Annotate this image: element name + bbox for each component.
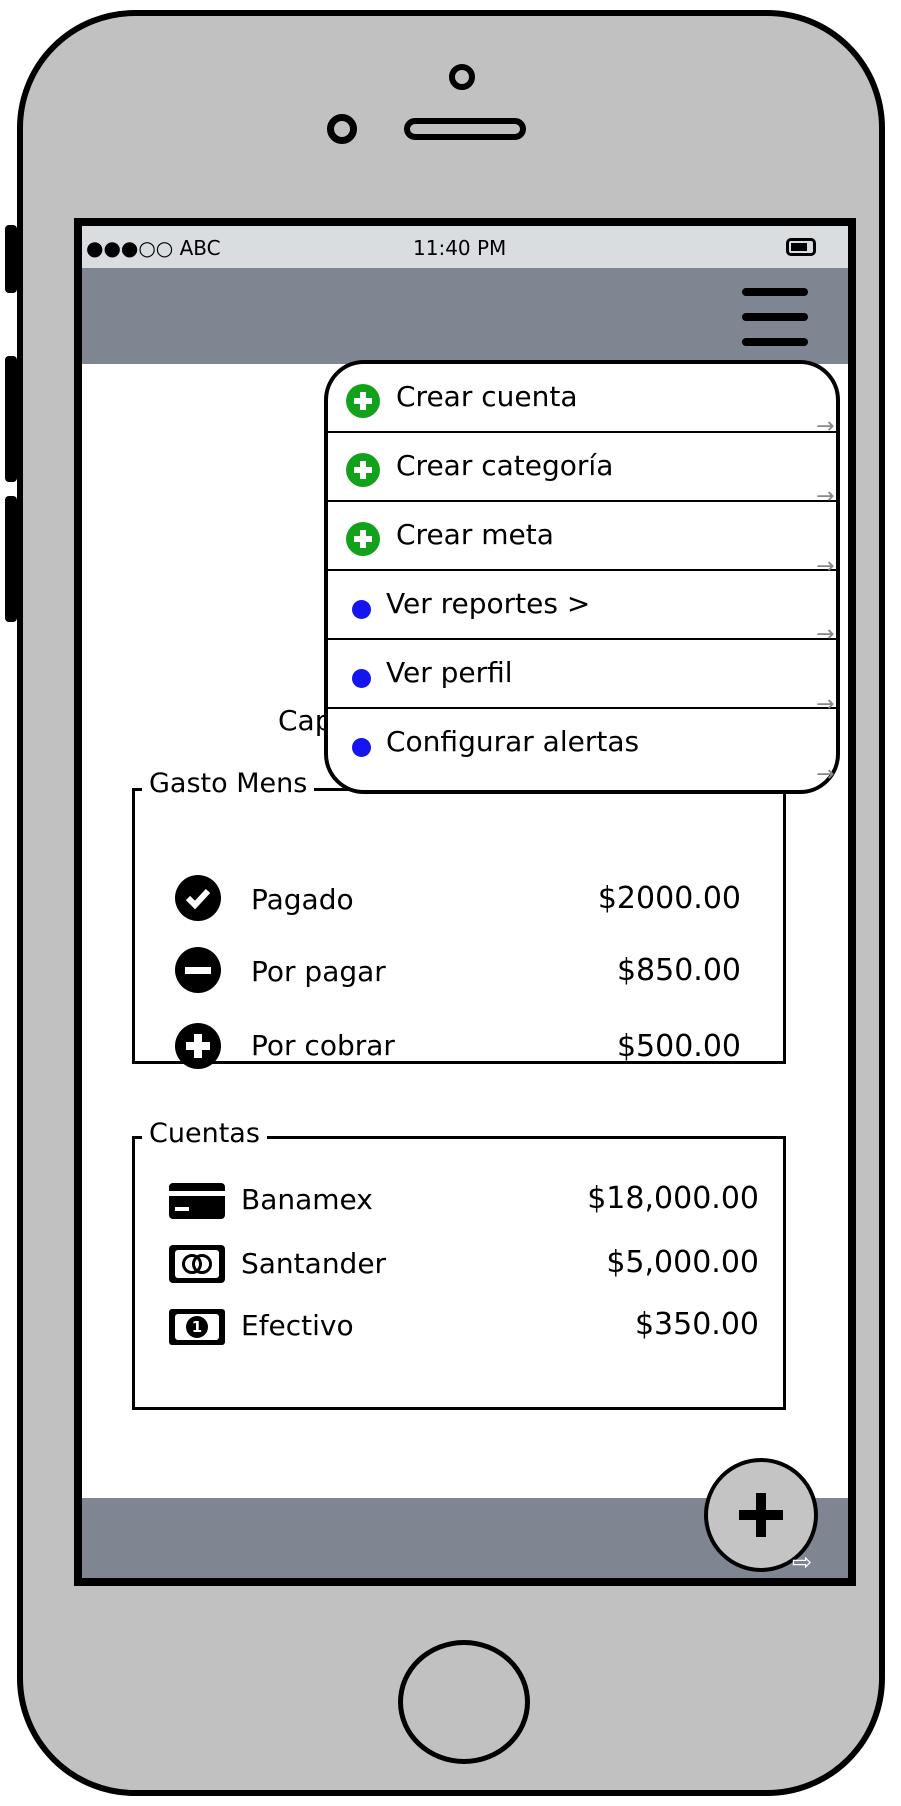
- banamex-value: $18,000.00: [587, 1181, 759, 1216]
- app-bar: [82, 268, 848, 364]
- link-arrow-icon: →: [816, 692, 835, 717]
- minus-circle-icon: [175, 947, 221, 993]
- carrier-label: ●●●○○ ABC: [86, 236, 221, 260]
- credit-card-icon: [169, 1183, 225, 1219]
- gasto-mensual-panel: Pagado $2000.00 Por pagar $850.00 Por co…: [132, 788, 786, 1069]
- status-time: 11:40 PM: [413, 236, 507, 260]
- por-cobrar-value: $500.00: [616, 1029, 741, 1064]
- earpiece-speaker: [404, 118, 526, 140]
- menu-item-label: Crear categoría: [396, 449, 614, 482]
- plus-circle-green-icon: [346, 384, 380, 418]
- plus-icon: [739, 1493, 783, 1537]
- menu-item-label: Ver perfil: [386, 656, 513, 689]
- por-pagar-value: $850.00: [616, 953, 741, 988]
- proximity-sensor: [327, 114, 357, 144]
- check-circle-icon: [175, 875, 221, 921]
- menu-item-crear-categoria[interactable]: Crear categoría: [328, 433, 836, 502]
- volume-down-button: [5, 496, 17, 622]
- menu-item-label: Configurar alertas: [386, 725, 640, 758]
- menu-item-label: Crear meta: [396, 518, 554, 551]
- blue-dot-icon: [352, 738, 371, 757]
- dropdown-menu: Crear cuenta Crear categoría Crear meta …: [324, 360, 840, 794]
- blue-dot-icon: [352, 600, 371, 619]
- plus-circle-green-icon: [346, 522, 380, 556]
- link-arrow-icon: →: [816, 622, 835, 647]
- link-arrow-icon: →: [816, 554, 835, 579]
- row-pagado: [175, 875, 221, 921]
- row-por-pagar: [175, 947, 221, 993]
- menu-item-label: Ver reportes >: [386, 587, 591, 620]
- volume-up-button: [5, 356, 17, 482]
- mute-switch: [5, 225, 17, 293]
- front-camera: [449, 64, 475, 90]
- home-button[interactable]: [398, 1640, 530, 1764]
- efectivo-value: $350.00: [634, 1307, 759, 1342]
- cuentas-panel: Banamex $18,000.00 Santander $5,000.00 1…: [132, 1136, 786, 1410]
- santander-value: $5,000.00: [606, 1245, 759, 1280]
- banamex-label: Banamex: [241, 1183, 373, 1216]
- plus-circle-green-icon: [346, 453, 380, 487]
- battery-icon: [786, 238, 816, 256]
- menu-item-ver-reportes[interactable]: Ver reportes >: [328, 571, 836, 640]
- cash-icon: 1: [169, 1309, 225, 1345]
- link-arrow-icon: →: [816, 762, 835, 787]
- menu-item-label: Crear cuenta: [396, 380, 578, 413]
- por-pagar-label: Por pagar: [251, 955, 386, 988]
- pagado-label: Pagado: [251, 883, 354, 916]
- gasto-mensual-title: Gasto Mens: [142, 768, 315, 799]
- cuentas-title: Cuentas: [142, 1118, 267, 1149]
- efectivo-label: Efectivo: [241, 1309, 354, 1342]
- menu-item-crear-meta[interactable]: Crear meta: [328, 502, 836, 571]
- pagado-value: $2000.00: [597, 881, 741, 916]
- menu-item-ver-perfil[interactable]: Ver perfil: [328, 640, 836, 709]
- santander-label: Santander: [241, 1247, 387, 1280]
- link-arrow-icon: →: [816, 484, 835, 509]
- mastercard-icon: [169, 1245, 225, 1283]
- hamburger-menu-icon[interactable]: [742, 288, 808, 346]
- plus-circle-icon: [175, 1023, 221, 1069]
- menu-item-configurar-alertas[interactable]: Configurar alertas: [328, 709, 836, 778]
- blue-dot-icon: [352, 669, 371, 688]
- status-bar: ●●●○○ ABC 11:40 PM: [82, 226, 848, 268]
- menu-item-crear-cuenta[interactable]: Crear cuenta: [328, 364, 836, 433]
- por-cobrar-label: Por cobrar: [251, 1029, 395, 1062]
- link-arrow-icon: →: [816, 414, 835, 439]
- link-arrow-icon: ⇨: [792, 1548, 813, 1576]
- row-por-cobrar: [175, 1023, 221, 1069]
